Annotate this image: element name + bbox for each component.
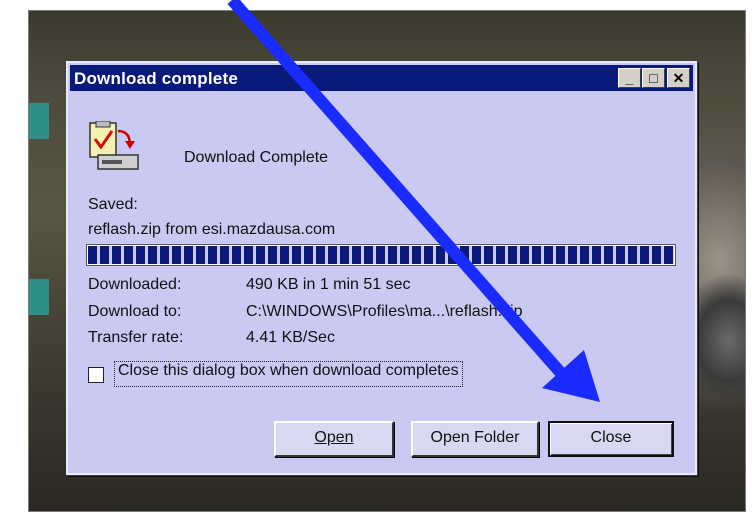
minimize-icon: _: [625, 70, 634, 86]
progress-fill: [88, 246, 674, 264]
downloaded-value: 490 KB in 1 min 51 sec: [246, 276, 411, 293]
open-button-label: Open: [314, 429, 354, 446]
download-to-value: C:\WINDOWS\Profiles\ma...\reflash.zip: [246, 303, 523, 320]
saved-file: reflash.zip from esi.mazdausa.com: [88, 221, 336, 238]
downloaded-label: Downloaded:: [88, 276, 182, 293]
transfer-rate-label: Transfer rate:: [88, 329, 184, 346]
close-button[interactable]: Close: [548, 421, 674, 457]
status-heading: Download Complete: [184, 149, 329, 166]
download-complete-dialog: Download complete _ □ ✕ Download Complet…: [66, 61, 697, 475]
close-button-label: Close: [590, 429, 632, 446]
maximize-button[interactable]: □: [642, 68, 665, 88]
window-title: Download complete: [74, 69, 238, 88]
saved-label: Saved:: [88, 196, 138, 213]
close-window-button[interactable]: ✕: [667, 68, 690, 88]
title-bar[interactable]: Download complete _ □ ✕: [70, 65, 693, 91]
screenshot-frame: Download complete _ □ ✕ Download Complet…: [28, 10, 746, 512]
close-icon: ✕: [672, 70, 685, 86]
transfer-rate-value: 4.41 KB/Sec: [246, 329, 335, 346]
desktop-icon-strip[interactable]: [29, 103, 49, 139]
minimize-button[interactable]: _: [618, 68, 641, 88]
close-on-complete-label[interactable]: Close this dialog box when download comp…: [114, 361, 463, 387]
progress-bar: [86, 244, 676, 266]
desktop-icon-strip[interactable]: [29, 279, 49, 315]
close-on-complete-checkbox[interactable]: [88, 367, 104, 383]
open-folder-button-label: Open Folder: [430, 429, 520, 446]
download-to-label: Download to:: [88, 303, 182, 320]
open-button[interactable]: Open: [274, 421, 394, 457]
open-folder-button[interactable]: Open Folder: [411, 421, 539, 457]
maximize-icon: □: [649, 70, 658, 86]
download-complete-icon: [84, 120, 142, 173]
